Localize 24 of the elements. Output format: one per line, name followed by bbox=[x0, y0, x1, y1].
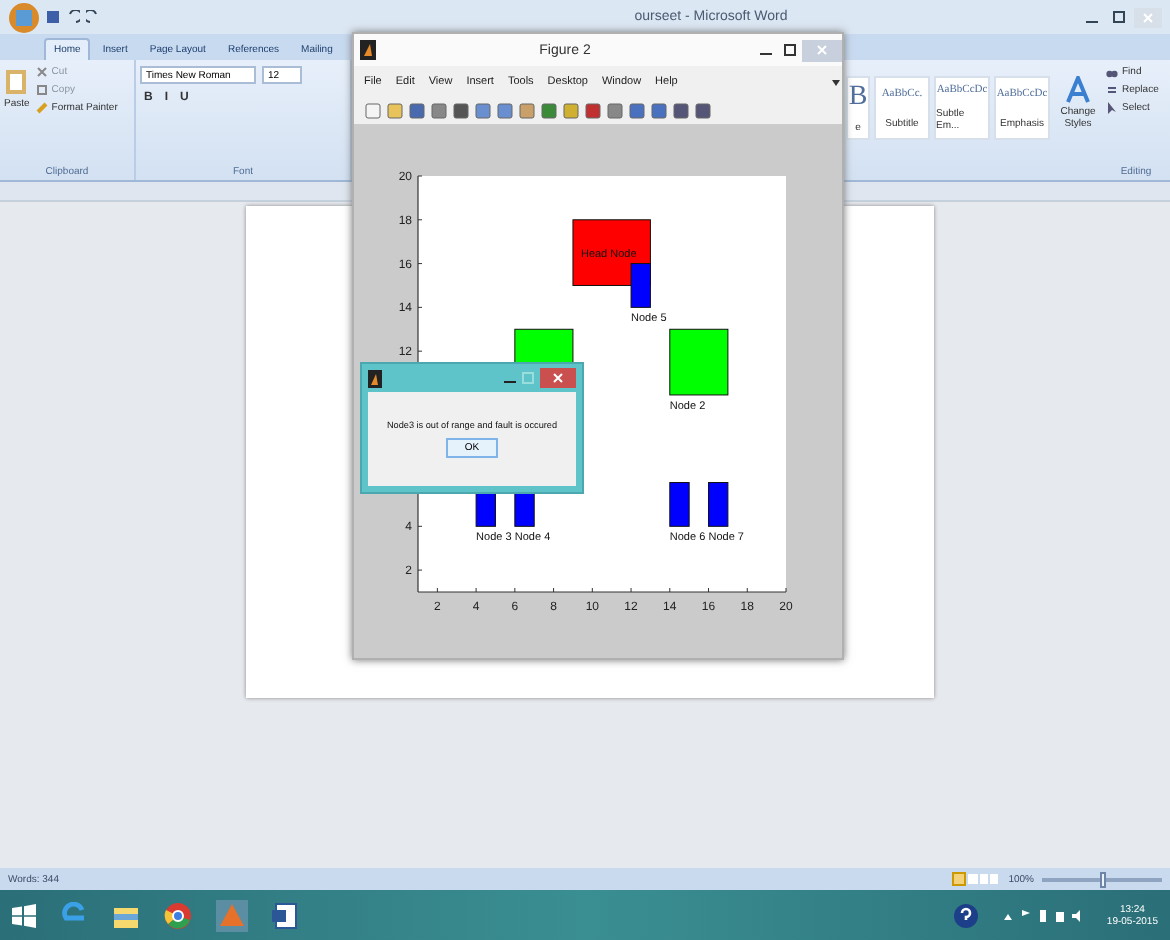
document-icon[interactable] bbox=[272, 901, 300, 929]
app-icon bbox=[360, 40, 376, 60]
zoom-slider-thumb[interactable] bbox=[1099, 871, 1105, 887]
binoculars-icon bbox=[1106, 66, 1118, 78]
clipboard-icon bbox=[4, 66, 29, 96]
dropdown-icon[interactable] bbox=[830, 75, 842, 87]
replace-icon bbox=[1106, 84, 1118, 96]
scissors-icon bbox=[35, 66, 48, 78]
help-icon[interactable] bbox=[954, 903, 979, 927]
close-icon[interactable] bbox=[540, 368, 576, 388]
tray-icons[interactable] bbox=[1002, 907, 1083, 923]
maximize-button[interactable] bbox=[778, 39, 802, 61]
undo-icon[interactable] bbox=[66, 10, 80, 24]
maximize-icon bbox=[784, 44, 796, 56]
office-logo-icon[interactable] bbox=[8, 1, 40, 33]
copy-icon bbox=[35, 84, 48, 96]
chrome-icon[interactable] bbox=[164, 901, 192, 929]
close-icon bbox=[816, 44, 828, 56]
app-icon bbox=[368, 369, 382, 387]
restore-icon[interactable] bbox=[1108, 9, 1128, 25]
styles-letter-icon bbox=[1064, 76, 1092, 104]
view-buttons-icon[interactable] bbox=[952, 872, 1001, 886]
redo-icon[interactable] bbox=[86, 10, 100, 24]
start-icon[interactable] bbox=[12, 903, 36, 927]
